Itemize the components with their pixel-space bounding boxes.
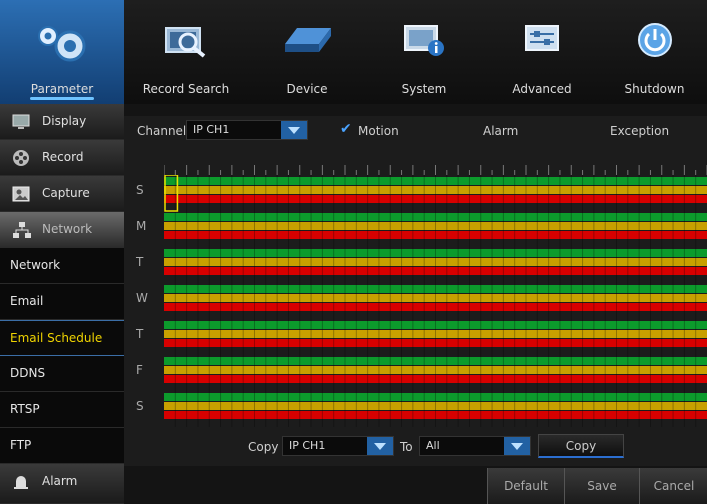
tab-advanced[interactable]: Advanced xyxy=(482,0,602,104)
sidebar-item-email[interactable]: Email xyxy=(0,284,124,320)
alarm-bell-icon xyxy=(12,473,30,491)
hard-drive-icon xyxy=(281,22,333,59)
tab-system[interactable]: System xyxy=(366,0,482,104)
film-reel-icon xyxy=(12,149,30,167)
tab-device[interactable]: Device xyxy=(248,0,366,104)
motion-legend-label: Motion xyxy=(358,124,399,138)
network-icon xyxy=(12,221,31,239)
day-label: M xyxy=(136,219,147,233)
day-label: S xyxy=(136,183,144,197)
copy-to-value: All xyxy=(426,439,440,452)
day-label: T xyxy=(136,327,144,341)
sidebar: Display Record Capture Network Network E… xyxy=(0,104,124,504)
sidebar-item-label: Email xyxy=(10,294,44,308)
copy-label: Copy xyxy=(248,440,279,454)
sidebar-item-label: RTSP xyxy=(10,402,40,416)
exception-legend-label: Exception xyxy=(610,124,670,138)
default-button[interactable]: Default xyxy=(488,468,564,504)
tab-system-label: System xyxy=(401,82,447,96)
sidebar-item-ddns[interactable]: DDNS xyxy=(0,356,124,392)
channel-label: Channel xyxy=(137,124,187,138)
sidebar-item-rtsp[interactable]: RTSP xyxy=(0,392,124,428)
tab-shutdown[interactable]: Shutdown xyxy=(602,0,707,104)
channel-select[interactable]: IP CH1 xyxy=(186,120,308,140)
save-button[interactable]: Save xyxy=(564,468,639,504)
sidebar-item-label: FTP xyxy=(10,438,32,452)
sidebar-item-email-schedule[interactable]: Email Schedule xyxy=(0,320,124,356)
copy-to-select[interactable]: All xyxy=(419,436,531,456)
sidebar-item-label: Capture xyxy=(42,186,90,200)
hour-ticks xyxy=(164,165,707,175)
top-toolbar: Parameter Record Search Device System Ad… xyxy=(0,0,707,104)
sidebar-item-label: DDNS xyxy=(10,366,46,380)
monitor-icon xyxy=(12,113,30,131)
tab-device-label: Device xyxy=(286,82,328,96)
tab-parameter[interactable]: Parameter xyxy=(0,0,124,104)
tab-record-search-label: Record Search xyxy=(142,82,230,96)
sidebar-item-label: Email Schedule xyxy=(10,331,103,345)
gears-icon xyxy=(30,22,94,69)
tab-advanced-label: Advanced xyxy=(512,82,572,96)
to-label: To xyxy=(400,440,413,454)
alarm-legend-label: Alarm xyxy=(483,124,519,138)
day-label: W xyxy=(136,291,148,305)
tab-parameter-label: Parameter xyxy=(30,82,94,96)
sidebar-item-alarm[interactable]: Alarm xyxy=(0,464,124,504)
sidebar-item-network[interactable]: Network xyxy=(0,248,124,284)
sidebar-item-label: Alarm xyxy=(42,474,78,488)
tab-shutdown-label: Shutdown xyxy=(624,82,685,96)
record-search-icon xyxy=(164,22,208,61)
chevron-down-icon xyxy=(281,121,307,139)
schedule-grid[interactable] xyxy=(164,175,707,427)
day-label: S xyxy=(136,399,144,413)
channel-select-value: IP CH1 xyxy=(193,123,230,136)
copy-from-value: IP CH1 xyxy=(289,439,326,452)
footer-buttons: Default Save Cancel xyxy=(487,468,707,504)
day-label: F xyxy=(136,363,143,377)
chevron-down-icon xyxy=(367,437,393,455)
sidebar-item-record[interactable]: Record xyxy=(0,140,124,176)
sidebar-item-label: Network xyxy=(42,222,93,236)
sidebar-item-ftp[interactable]: FTP xyxy=(0,428,124,464)
camera-capture-icon xyxy=(12,185,30,203)
sidebar-item-label: Network xyxy=(10,258,61,272)
copy-button[interactable]: Copy xyxy=(538,434,624,458)
sidebar-item-network-category[interactable]: Network xyxy=(0,212,124,248)
system-info-icon xyxy=(402,22,446,59)
advanced-settings-icon xyxy=(522,22,562,57)
copy-from-select[interactable]: IP CH1 xyxy=(282,436,394,456)
sidebar-item-label: Display xyxy=(42,114,87,128)
tab-record-search[interactable]: Record Search xyxy=(124,0,248,104)
day-label: T xyxy=(136,255,144,269)
sidebar-item-label: Record xyxy=(42,150,84,164)
chevron-down-icon xyxy=(504,437,530,455)
cancel-button[interactable]: Cancel xyxy=(639,468,707,504)
checkmark-icon[interactable]: ✔ xyxy=(340,121,352,137)
sidebar-item-capture[interactable]: Capture xyxy=(0,176,124,212)
sidebar-item-display[interactable]: Display xyxy=(0,104,124,140)
power-icon xyxy=(637,22,673,61)
